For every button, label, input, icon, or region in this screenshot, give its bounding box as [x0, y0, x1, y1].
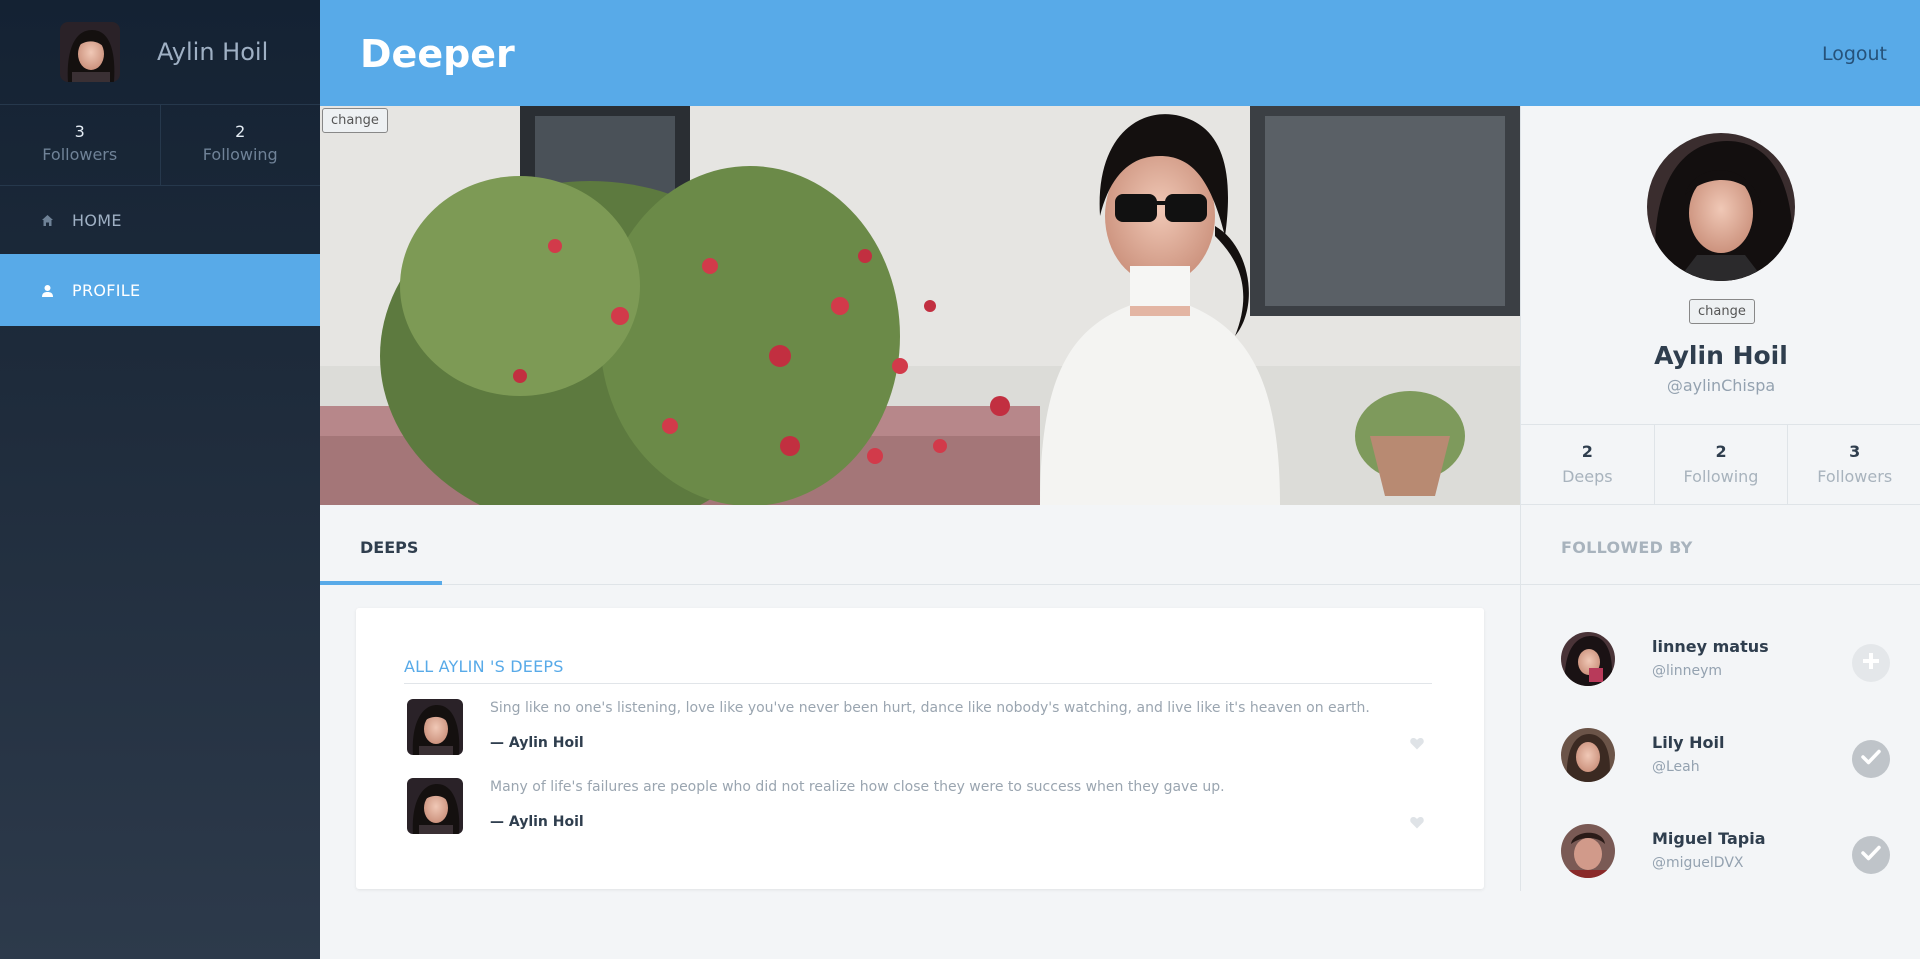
stat-label: Following: [202, 145, 278, 164]
follower-handle: @Leah: [1652, 759, 1700, 775]
stat-label: Followers: [42, 145, 118, 164]
sidebar-user: Aylin Hoil: [0, 0, 320, 105]
sidebar-stats: 3 Followers 2 Following: [0, 105, 320, 186]
following-button[interactable]: [1852, 836, 1890, 874]
deeps-card: ALL AYLIN 'S DEEPS Sing like no one's li…: [356, 608, 1484, 889]
follower-name: Miguel Tapia: [1652, 829, 1766, 848]
top-bar: Deeper Logout: [320, 0, 1920, 106]
check-icon: [1861, 749, 1881, 769]
follower-item[interactable]: Miguel Tapia @miguelDVX: [1561, 824, 1901, 880]
plus-icon: [1862, 652, 1880, 674]
deep-item: Sing like no one's listening, love like …: [407, 699, 1437, 757]
stat-label: Followers: [1817, 467, 1893, 486]
profile-name: Aylin Hoil: [1654, 341, 1788, 370]
divider: [404, 683, 1432, 684]
follower-avatar[interactable]: [1561, 632, 1615, 686]
heart-icon[interactable]: [1410, 814, 1424, 829]
follower-name: linney matus: [1652, 637, 1769, 656]
deeps-card-title: ALL AYLIN 'S DEEPS: [404, 657, 564, 676]
deep-text: Many of life's failures are people who d…: [490, 779, 1225, 795]
follower-handle: @linneym: [1652, 663, 1723, 679]
profile-handle: @aylinChispa: [1666, 376, 1776, 395]
sidebar-item-label: PROFILE: [72, 280, 141, 300]
sidebar-item-label: HOME: [72, 210, 122, 230]
sidebar-stat-following[interactable]: 2 Following: [159, 105, 321, 185]
stat-label: Following: [1683, 467, 1759, 486]
stat-value: 3: [74, 122, 85, 141]
stat-value: 2: [1715, 442, 1727, 461]
stat-value: 3: [1849, 442, 1861, 461]
app-brand[interactable]: Deeper: [360, 32, 515, 76]
stat-value: 2: [1581, 442, 1593, 461]
follower-avatar[interactable]: [1561, 728, 1615, 782]
profile-stat-followers[interactable]: 3 Followers: [1787, 425, 1920, 504]
user-avatar[interactable]: [60, 22, 120, 82]
deep-author[interactable]: — Aylin Hoil: [490, 814, 584, 830]
cover-image: [320, 106, 1520, 505]
deep-author[interactable]: — Aylin Hoil: [490, 735, 584, 751]
tab-deeps[interactable]: DEEPS: [360, 538, 418, 557]
profile-panel: change Aylin Hoil @aylinChispa 2 Deeps 2…: [1520, 106, 1920, 891]
deep-author-avatar[interactable]: [407, 778, 463, 834]
profile-tabs: DEEPS: [320, 505, 1520, 585]
sidebar-stat-followers[interactable]: 3 Followers: [0, 105, 160, 185]
sidebar-item-profile[interactable]: PROFILE: [0, 254, 320, 326]
sidebar-user-name: Aylin Hoil: [157, 38, 269, 66]
change-cover-button[interactable]: change: [322, 108, 388, 133]
stat-label: Deeps: [1562, 467, 1613, 486]
profile-avatar[interactable]: [1647, 133, 1795, 281]
profile-stat-following[interactable]: 2 Following: [1653, 425, 1788, 504]
heart-icon[interactable]: [1410, 735, 1424, 750]
sidebar-item-home[interactable]: HOME: [0, 186, 320, 254]
following-button[interactable]: [1852, 740, 1890, 778]
profile-stat-deeps[interactable]: 2 Deeps: [1521, 425, 1654, 504]
follower-name: Lily Hoil: [1652, 733, 1725, 752]
change-avatar-button[interactable]: change: [1689, 299, 1755, 324]
followed-by-title: FOLLOWED BY: [1561, 538, 1693, 557]
logout-button[interactable]: Logout: [1822, 43, 1887, 65]
stat-value: 2: [235, 122, 246, 141]
cover-photo: change: [320, 106, 1520, 505]
deep-text: Sing like no one's listening, love like …: [490, 700, 1370, 716]
divider: [1521, 584, 1920, 585]
check-icon: [1861, 845, 1881, 865]
sidebar: Aylin Hoil 3 Followers 2 Following HOME …: [0, 0, 320, 959]
user-icon: [41, 284, 54, 297]
follow-button[interactable]: [1852, 644, 1890, 682]
follower-avatar[interactable]: [1561, 824, 1615, 878]
active-tab-indicator: [320, 581, 442, 585]
follower-item[interactable]: linney matus @linneym: [1561, 632, 1901, 688]
profile-stats: 2 Deeps 2 Following 3 Followers: [1521, 424, 1920, 505]
follower-item[interactable]: Lily Hoil @Leah: [1561, 728, 1901, 784]
deep-author-avatar[interactable]: [407, 699, 463, 755]
follower-handle: @miguelDVX: [1652, 855, 1744, 871]
home-icon: [41, 214, 54, 227]
deep-item: Many of life's failures are people who d…: [407, 778, 1437, 836]
